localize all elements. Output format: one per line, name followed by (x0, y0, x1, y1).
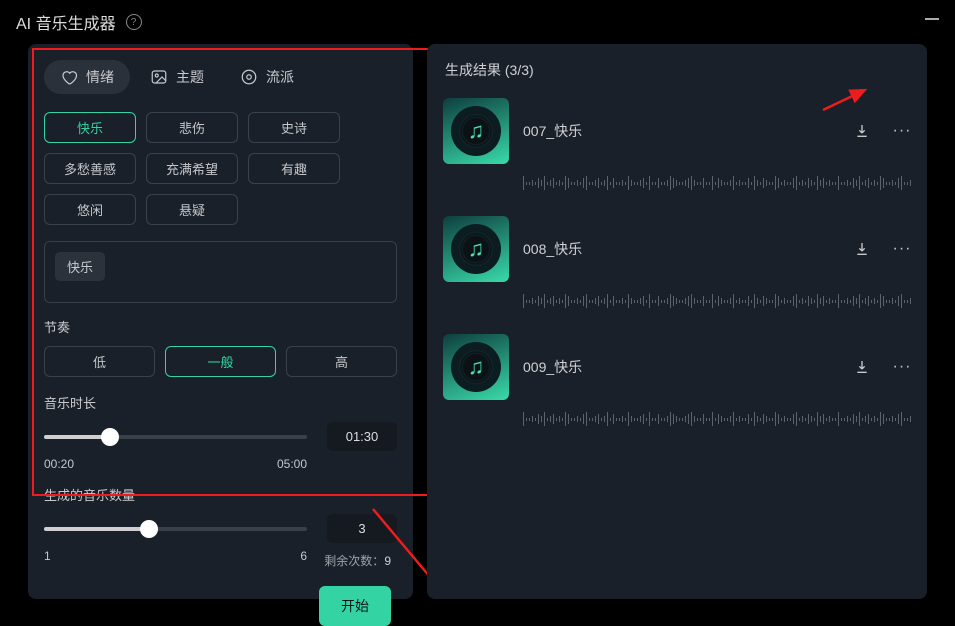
result-item: ♫ 007_快乐 ··· (443, 98, 911, 196)
count-min: 1 (44, 549, 51, 563)
chip-suspense[interactable]: 悬疑 (146, 194, 238, 225)
waveform[interactable] (523, 170, 911, 196)
duration-value: 01:30 (327, 422, 397, 451)
result-thumb[interactable]: ♫ (443, 334, 509, 400)
category-tabs: 情绪 主题 流派 (44, 60, 397, 94)
chip-fun[interactable]: 有趣 (248, 153, 340, 184)
selected-tag[interactable]: 快乐 (55, 252, 105, 281)
result-item: ♫ 009_快乐 ··· (443, 334, 911, 432)
tab-genre[interactable]: 流派 (224, 60, 310, 94)
result-thumb[interactable]: ♫ (443, 216, 509, 282)
waveform[interactable] (523, 406, 911, 432)
selected-tags: 快乐 (44, 241, 397, 303)
chip-chill[interactable]: 悠闲 (44, 194, 136, 225)
chip-sad[interactable]: 悲伤 (146, 112, 238, 143)
download-icon[interactable] (853, 122, 871, 140)
count-slider[interactable] (44, 527, 307, 531)
mood-chips: 快乐 悲伤 史诗 多愁善感 充满希望 有趣 悠闲 悬疑 (44, 112, 397, 225)
music-note-icon: ♫ (468, 236, 485, 262)
result-item: ♫ 008_快乐 ··· (443, 216, 911, 314)
duration-label: 音乐时长 (44, 393, 397, 412)
tempo-low[interactable]: 低 (44, 346, 155, 377)
results-title: 生成结果 (3/3) (443, 60, 911, 80)
settings-panel: 情绪 主题 流派 快乐 悲伤 史诗 多愁善感 充满希望 有趣 悠闲 (28, 44, 413, 599)
waveform[interactable] (523, 288, 911, 314)
remaining-count: 剩余次数：9 (324, 552, 391, 569)
disc-icon (240, 68, 258, 86)
count-max: 6 (300, 549, 307, 563)
tab-mood[interactable]: 情绪 (44, 60, 130, 94)
duration-slider[interactable] (44, 435, 307, 439)
app-title: AI 音乐生成器 (16, 10, 116, 34)
help-icon[interactable]: ? (126, 14, 142, 30)
duration-max: 05:00 (277, 457, 307, 471)
count-value: 3 (327, 514, 397, 543)
result-title: 008_快乐 (523, 239, 582, 259)
tab-label: 主题 (176, 67, 204, 87)
heart-icon (60, 68, 78, 86)
more-icon[interactable]: ··· (893, 122, 911, 140)
result-title: 009_快乐 (523, 357, 582, 377)
result-thumb[interactable]: ♫ (443, 98, 509, 164)
chip-sentimental[interactable]: 多愁善感 (44, 153, 136, 184)
music-note-icon: ♫ (468, 354, 485, 380)
minimize-icon[interactable] (925, 18, 939, 20)
count-label: 生成的音乐数量 (44, 485, 397, 504)
music-note-icon: ♫ (468, 118, 485, 144)
chip-hopeful[interactable]: 充满希望 (146, 153, 238, 184)
tempo-normal[interactable]: 一般 (165, 346, 276, 377)
tempo-high[interactable]: 高 (286, 346, 397, 377)
more-icon[interactable]: ··· (893, 240, 911, 258)
tab-theme[interactable]: 主题 (134, 60, 220, 94)
tempo-label: 节奏 (44, 317, 397, 336)
start-button[interactable]: 开始 (319, 586, 391, 626)
download-icon[interactable] (853, 358, 871, 376)
tab-label: 情绪 (86, 67, 114, 87)
result-title: 007_快乐 (523, 121, 582, 141)
chip-epic[interactable]: 史诗 (248, 112, 340, 143)
download-icon[interactable] (853, 240, 871, 258)
results-panel: 生成结果 (3/3) ♫ 007_快乐 ··· ♫ 008_快乐 ··· (427, 44, 927, 599)
more-icon[interactable]: ··· (893, 358, 911, 376)
chip-happy[interactable]: 快乐 (44, 112, 136, 143)
count-thumb[interactable] (140, 520, 158, 538)
duration-thumb[interactable] (101, 428, 119, 446)
duration-min: 00:20 (44, 457, 74, 471)
tab-label: 流派 (266, 67, 294, 87)
image-icon (150, 68, 168, 86)
tempo-segment: 低 一般 高 (44, 346, 397, 377)
